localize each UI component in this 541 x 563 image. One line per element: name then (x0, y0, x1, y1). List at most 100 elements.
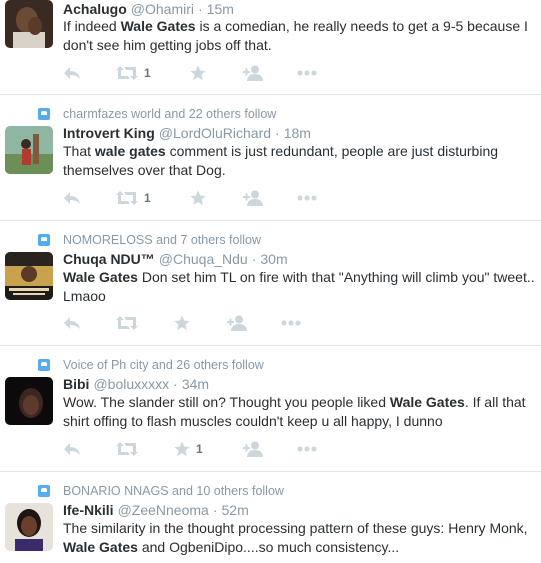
user-handle[interactable]: @LordOluRichard (159, 125, 271, 141)
separator-dot: · (173, 376, 178, 392)
highlight-keyword: wale gates (94, 143, 166, 159)
timestamp[interactable]: 15m (207, 1, 234, 17)
retweet-button[interactable] (116, 313, 144, 333)
more-dots-icon (297, 446, 317, 452)
user-handle[interactable]: @ZeeNneoma (118, 502, 209, 518)
star-icon (190, 65, 206, 80)
avatar[interactable] (5, 252, 53, 300)
tweet[interactable]: Achalugo @Ohamiri · 15m If indeed Wale Gate… (0, 0, 541, 95)
tweet-text: Wale Gates Don set him TL on fire with t… (63, 268, 537, 306)
social-context: NOMORELOSS and 7 others follow (38, 232, 261, 248)
star-icon (190, 190, 206, 205)
follow-context-icon (38, 234, 50, 246)
text-segment: The similarity in the thought processing… (63, 520, 528, 536)
favorite-button[interactable] (190, 188, 212, 208)
retweet-count: 1 (144, 191, 151, 205)
user-name[interactable]: Achalugo (63, 1, 127, 17)
reply-button[interactable] (63, 439, 81, 459)
retweet-count: 1 (144, 66, 151, 80)
more-button[interactable] (297, 439, 317, 459)
retweet-icon (116, 66, 138, 80)
retweet-button[interactable]: 1 (116, 63, 151, 83)
tweet[interactable]: NOMORELOSS and 7 others follow Chuqa NDU… (0, 221, 541, 346)
more-dots-icon (281, 320, 301, 326)
retweet-icon (116, 191, 138, 205)
follow-context-icon (38, 359, 50, 371)
social-context: BONARIO NNAGS and 10 others follow (38, 483, 284, 499)
text-segment: That (63, 143, 95, 159)
star-icon (174, 315, 190, 330)
avatar[interactable] (5, 503, 53, 551)
more-dots-icon (297, 70, 317, 76)
follow-button[interactable] (243, 63, 263, 83)
reply-icon (64, 443, 80, 455)
retweet-button[interactable]: 1 (116, 188, 151, 208)
social-context-text[interactable]: NOMORELOSS and 7 others follow (63, 233, 261, 247)
follow-context-icon (38, 108, 50, 120)
social-context-text[interactable]: Voice of Ph city and 26 others follow (63, 358, 264, 372)
user-name[interactable]: Introvert King (63, 125, 155, 141)
retweet-icon (116, 442, 138, 456)
star-icon (174, 441, 190, 456)
tweet-text: The similarity in the thought processing… (63, 519, 537, 557)
tweet-text: That wale gates comment is just redundan… (63, 142, 537, 180)
user-handle[interactable]: @boluxxxxx (93, 376, 169, 392)
more-button[interactable] (281, 313, 301, 333)
tweet[interactable]: BONARIO NNAGS and 10 others follow Ife-N… (0, 472, 541, 563)
timestamp[interactable]: 52m (222, 502, 249, 518)
reply-button[interactable] (63, 63, 81, 83)
separator-dot: · (251, 251, 257, 267)
reply-icon (64, 192, 80, 204)
follow-button[interactable] (227, 313, 247, 333)
retweet-button[interactable] (116, 439, 144, 459)
text-segment: Wow. The slander still on? Thought you p… (63, 394, 390, 410)
user-handle[interactable]: @Chuqa_Ndu (159, 251, 248, 267)
follow-button[interactable] (243, 439, 263, 459)
follow-button[interactable] (243, 188, 263, 208)
add-user-icon (243, 65, 263, 81)
reply-icon (64, 317, 80, 329)
social-context-text[interactable]: charmfazes world and 22 others follow (63, 107, 276, 121)
timestamp[interactable]: 34m (182, 376, 209, 392)
separator-dot: · (275, 125, 280, 141)
add-user-icon (243, 190, 263, 206)
highlight-keyword: Wale Gates (120, 18, 196, 34)
timestamp[interactable]: 18m (284, 125, 311, 141)
user-handle[interactable]: @Ohamiri (131, 1, 194, 17)
favorite-button[interactable] (190, 63, 212, 83)
favorite-button[interactable]: 1 (174, 439, 203, 459)
tweet[interactable]: Voice of Ph city and 26 others follow Bi… (0, 346, 541, 472)
highlight-keyword: Wale Gates (63, 269, 138, 285)
more-dots-icon (297, 195, 317, 201)
favorite-button[interactable] (174, 313, 196, 333)
reply-icon (64, 67, 80, 79)
avatar[interactable] (5, 126, 53, 174)
user-name[interactable]: Bibi (63, 376, 89, 392)
social-context: charmfazes world and 22 others follow (38, 106, 276, 122)
highlight-keyword: Wale Gates (389, 394, 465, 410)
tweet[interactable]: charmfazes world and 22 others follow In… (0, 95, 541, 221)
separator-dot: · (198, 1, 203, 17)
tweet-text: Wow. The slander still on? Thought you p… (63, 393, 537, 431)
reply-button[interactable] (63, 313, 81, 333)
avatar[interactable] (5, 377, 53, 425)
social-context-text[interactable]: BONARIO NNAGS and 10 others follow (63, 484, 284, 498)
add-user-icon (227, 315, 247, 331)
text-segment: If indeed (63, 18, 121, 34)
reply-button[interactable] (63, 188, 81, 208)
text-segment: and OgbeniDipo....so much consistency... (137, 539, 400, 555)
more-button[interactable] (297, 188, 317, 208)
separator-dot: · (212, 502, 218, 518)
favorite-count: 1 (196, 442, 203, 456)
highlight-keyword: Wale Gates (63, 539, 138, 555)
retweet-icon (116, 316, 138, 330)
user-name[interactable]: Chuqa NDU™ (63, 251, 155, 267)
timestamp[interactable]: 30m (260, 251, 287, 267)
more-button[interactable] (297, 63, 317, 83)
tweet-text: If indeed Wale Gates is a comedian, he r… (63, 17, 537, 55)
user-name[interactable]: Ife-Nkili (63, 502, 114, 518)
add-user-icon (243, 441, 263, 457)
avatar[interactable] (5, 0, 53, 48)
follow-context-icon (38, 485, 50, 497)
social-context: Voice of Ph city and 26 others follow (38, 357, 264, 373)
